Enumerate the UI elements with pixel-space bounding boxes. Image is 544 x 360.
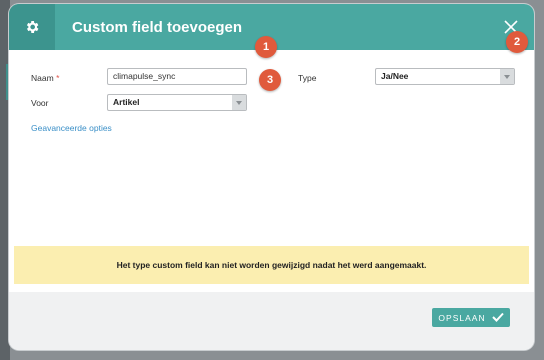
voor-select-value: Artikel — [113, 97, 140, 107]
type-select-value: Ja/Nee — [381, 71, 409, 81]
voor-label: Voor — [31, 98, 49, 108]
dialog-title: Custom field toevoegen — [72, 19, 243, 36]
required-mark: * — [56, 73, 60, 83]
annotation-badge-1: 1 — [255, 36, 277, 58]
name-input[interactable]: climapulse_sync — [107, 68, 247, 85]
annotation-badge-2: 2 — [506, 31, 528, 53]
checkmark-icon — [491, 312, 504, 324]
name-label-text: Naam — [31, 73, 54, 83]
chevron-down-icon — [500, 69, 514, 84]
chevron-down-icon — [232, 95, 246, 110]
type-select[interactable]: Ja/Nee — [375, 68, 515, 85]
save-button-label: OPSLAAN — [438, 312, 486, 323]
gear-icon — [9, 4, 55, 50]
name-label: Naam * — [31, 73, 59, 83]
annotation-badge-3: 3 — [259, 69, 281, 91]
advanced-options-link[interactable]: Geavanceerde opties — [31, 123, 112, 133]
type-label: Type — [298, 73, 317, 83]
voor-select[interactable]: Artikel — [107, 94, 247, 111]
warning-notice: Het type custom field kan niet worden ge… — [14, 246, 529, 284]
save-button[interactable]: OPSLAAN — [432, 308, 510, 327]
